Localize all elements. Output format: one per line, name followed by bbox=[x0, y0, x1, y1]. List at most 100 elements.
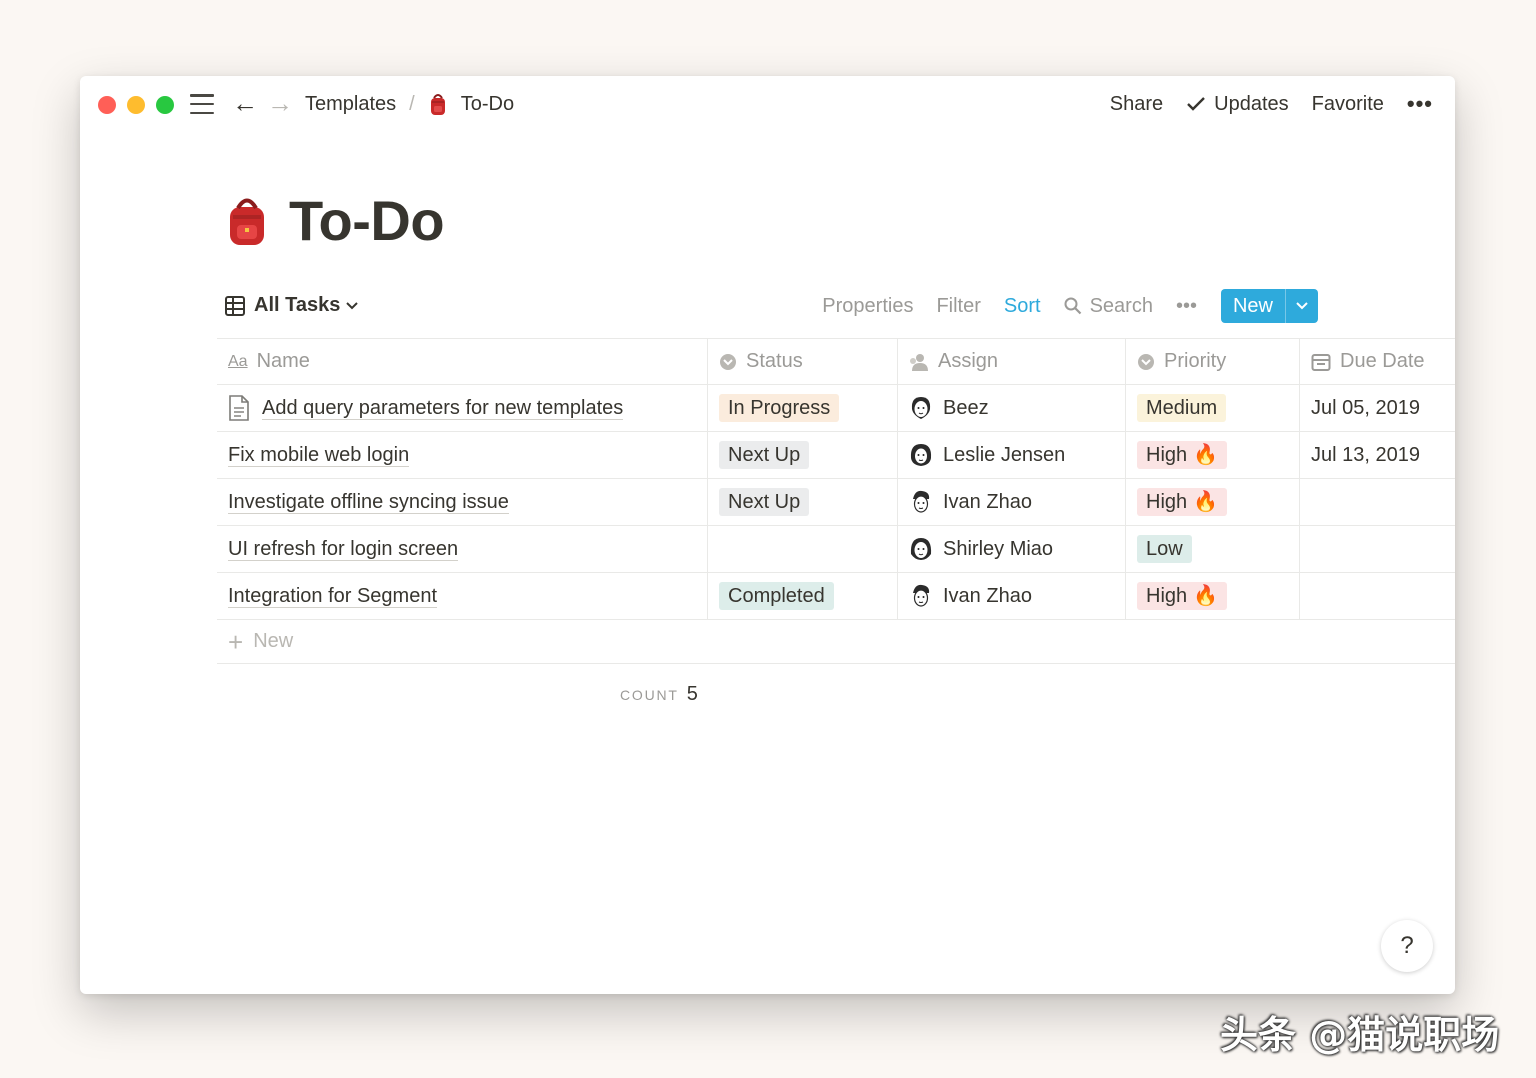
table-row[interactable]: Investigate offline syncing issue Next U… bbox=[217, 479, 1455, 526]
updates-label: Updates bbox=[1214, 92, 1289, 115]
close-window-button[interactable] bbox=[98, 96, 116, 114]
breadcrumb-templates[interactable]: Templates bbox=[305, 93, 396, 116]
window-controls bbox=[98, 96, 174, 114]
text-property-icon: Aa bbox=[228, 352, 248, 370]
column-label: Priority bbox=[1164, 350, 1227, 372]
count-label: COUNT bbox=[620, 687, 679, 703]
table-row[interactable]: Integration for Segment Completed Ivan Z… bbox=[217, 573, 1455, 620]
column-header-due-date[interactable]: Due Date bbox=[1300, 339, 1455, 384]
column-header-priority[interactable]: Priority bbox=[1126, 339, 1300, 384]
priority-badge: High 🔥 bbox=[1137, 441, 1228, 469]
new-button[interactable]: New bbox=[1221, 289, 1286, 323]
column-label: Assign bbox=[938, 350, 999, 372]
priority-cell[interactable]: Medium bbox=[1126, 385, 1300, 431]
fire-icon: 🔥 bbox=[1193, 491, 1219, 513]
app-window: ← → Templates / To-Do Share Updates Favo… bbox=[80, 76, 1455, 994]
column-header-name[interactable]: Aa Name bbox=[217, 339, 708, 384]
calendar-icon bbox=[1311, 353, 1331, 371]
search-button[interactable]: Search bbox=[1064, 295, 1153, 318]
view-selector[interactable]: All Tasks bbox=[225, 294, 359, 317]
favorite-button[interactable]: Favorite bbox=[1312, 93, 1384, 116]
table-row[interactable]: Add query parameters for new templates I… bbox=[217, 385, 1455, 432]
due-date-cell[interactable] bbox=[1300, 526, 1455, 572]
breadcrumb-current[interactable]: To-Do bbox=[461, 93, 514, 116]
priority-cell[interactable]: Low bbox=[1126, 526, 1300, 572]
status-cell[interactable]: Completed bbox=[708, 573, 898, 619]
chevron-down-icon bbox=[1296, 302, 1308, 310]
new-dropdown-button[interactable] bbox=[1286, 289, 1318, 323]
assign-cell[interactable]: Ivan Zhao bbox=[898, 573, 1126, 619]
task-name[interactable]: Integration for Segment bbox=[228, 585, 438, 608]
assignee-name: Ivan Zhao bbox=[943, 584, 1032, 607]
share-button[interactable]: Share bbox=[1110, 93, 1163, 116]
priority-badge: Low bbox=[1137, 535, 1192, 563]
name-cell[interactable]: Integration for Segment bbox=[217, 573, 708, 619]
priority-badge: Medium bbox=[1137, 394, 1227, 422]
priority-badge: High 🔥 bbox=[1137, 582, 1228, 610]
minimize-window-button[interactable] bbox=[127, 96, 145, 114]
table-row[interactable]: UI refresh for login screen Shirley Miao… bbox=[217, 526, 1455, 573]
avatar bbox=[911, 397, 931, 419]
add-row-button[interactable]: + New bbox=[217, 620, 1455, 664]
back-arrow-icon[interactable]: ← bbox=[232, 88, 258, 118]
priority-cell[interactable]: High 🔥 bbox=[1126, 573, 1300, 619]
view-name: All Tasks bbox=[254, 294, 341, 316]
assignee-name: Ivan Zhao bbox=[943, 490, 1032, 513]
status-cell[interactable]: In Progress bbox=[708, 385, 898, 431]
column-label: Due Date bbox=[1340, 350, 1425, 372]
forward-arrow-icon[interactable]: → bbox=[267, 88, 293, 118]
task-name[interactable]: Investigate offline syncing issue bbox=[228, 491, 509, 514]
table-view-icon bbox=[225, 295, 245, 316]
status-badge: Next Up bbox=[719, 441, 810, 469]
due-date-cell[interactable]: Jul 05, 2019 bbox=[1300, 385, 1455, 431]
more-options-icon[interactable]: ••• bbox=[1407, 91, 1433, 117]
updates-button[interactable]: Updates bbox=[1186, 93, 1289, 116]
sort-button[interactable]: Sort bbox=[1004, 295, 1041, 318]
avatar bbox=[913, 490, 930, 513]
column-label: Name bbox=[256, 350, 310, 372]
avatar bbox=[910, 444, 932, 466]
view-more-icon[interactable]: ••• bbox=[1176, 295, 1197, 318]
assign-cell[interactable]: Beez bbox=[898, 385, 1126, 431]
page-heading[interactable]: To-Do bbox=[289, 188, 445, 253]
breadcrumb: Templates / To-Do bbox=[305, 90, 514, 118]
maximize-window-button[interactable] bbox=[156, 96, 174, 114]
task-name[interactable]: Add query parameters for new templates bbox=[262, 397, 624, 420]
status-cell[interactable]: Next Up bbox=[708, 479, 898, 525]
due-date-cell[interactable] bbox=[1300, 573, 1455, 619]
breadcrumb-separator: / bbox=[409, 92, 415, 115]
priority-badge: High 🔥 bbox=[1137, 488, 1228, 516]
task-name[interactable]: UI refresh for login screen bbox=[228, 538, 459, 561]
chevron-down-icon bbox=[346, 301, 359, 309]
name-cell[interactable]: UI refresh for login screen bbox=[217, 526, 708, 572]
table-row[interactable]: Fix mobile web login Next Up Leslie Jens… bbox=[217, 432, 1455, 479]
view-actions: Properties Filter Sort Search ••• New bbox=[799, 289, 1318, 323]
properties-button[interactable]: Properties bbox=[822, 295, 913, 318]
column-header-assign[interactable]: Assign bbox=[898, 339, 1126, 384]
filter-button[interactable]: Filter bbox=[936, 295, 980, 318]
assign-cell[interactable]: Ivan Zhao bbox=[898, 479, 1126, 525]
status-cell[interactable] bbox=[708, 526, 898, 572]
assign-cell[interactable]: Shirley Miao bbox=[898, 526, 1126, 572]
help-button[interactable]: ? bbox=[1381, 920, 1433, 972]
backpack-icon bbox=[430, 94, 445, 115]
status-cell[interactable]: Next Up bbox=[708, 432, 898, 478]
priority-cell[interactable]: High 🔥 bbox=[1126, 432, 1300, 478]
column-header-status[interactable]: Status bbox=[708, 339, 898, 384]
search-label: Search bbox=[1089, 294, 1153, 317]
top-actions: Share Updates Favorite ••• bbox=[1087, 90, 1433, 118]
priority-cell[interactable]: High 🔥 bbox=[1126, 479, 1300, 525]
backpack-icon[interactable] bbox=[225, 195, 269, 247]
due-date-cell[interactable]: Jul 13, 2019 bbox=[1300, 432, 1455, 478]
plus-icon: + bbox=[228, 626, 244, 657]
name-cell[interactable]: Investigate offline syncing issue bbox=[217, 479, 708, 525]
task-name[interactable]: Fix mobile web login bbox=[228, 444, 410, 467]
name-cell[interactable]: Add query parameters for new templates bbox=[217, 385, 708, 431]
status-badge: Completed bbox=[719, 582, 834, 610]
due-date: Jul 13, 2019 bbox=[1311, 443, 1420, 466]
name-cell[interactable]: Fix mobile web login bbox=[217, 432, 708, 478]
priority-label: High bbox=[1146, 444, 1188, 466]
sidebar-toggle-icon[interactable] bbox=[190, 94, 214, 114]
due-date-cell[interactable] bbox=[1300, 479, 1455, 525]
assign-cell[interactable]: Leslie Jensen bbox=[898, 432, 1126, 478]
